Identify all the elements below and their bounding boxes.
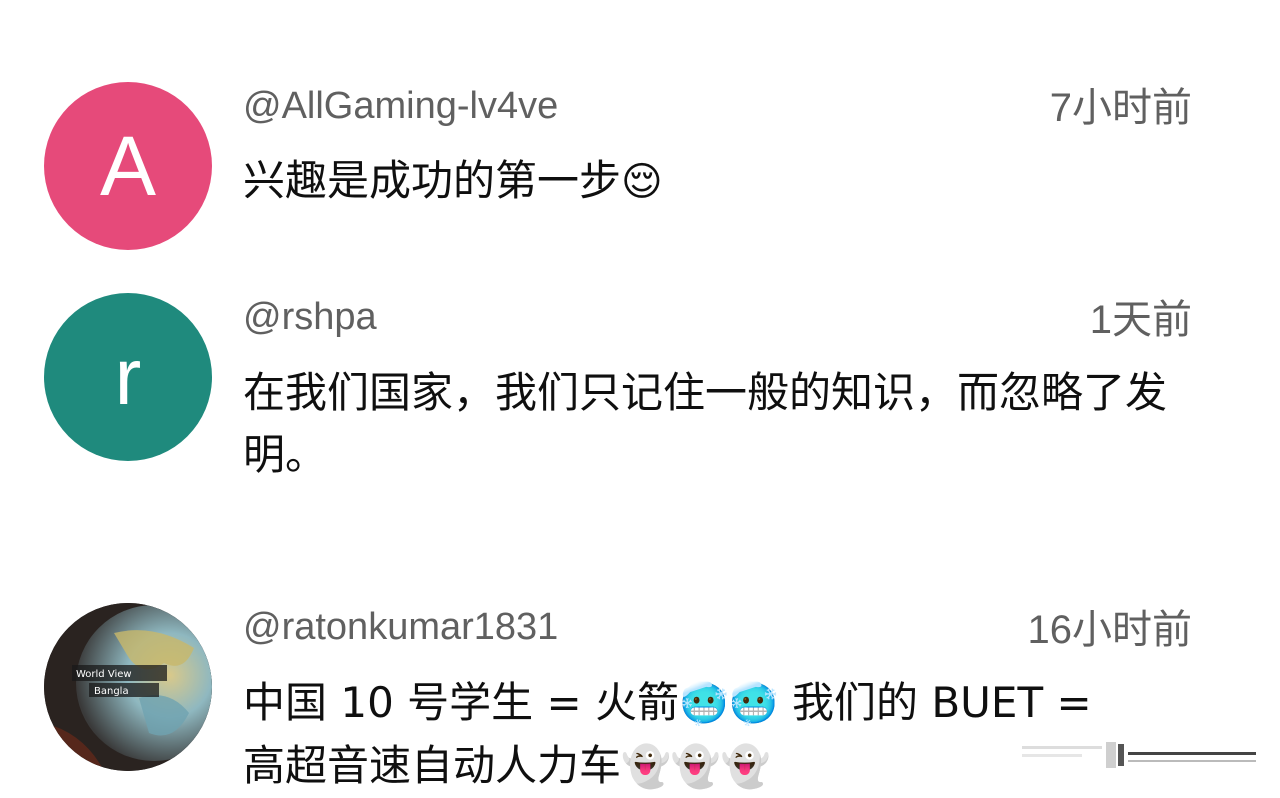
comment-text-body: 兴趣是成功的第一步 xyxy=(243,156,622,205)
comment-timestamp: 7小时前 xyxy=(1049,86,1192,130)
avatar[interactable]: A xyxy=(44,82,212,250)
comment-author[interactable]: @AllGaming-lv4ve xyxy=(243,82,558,130)
comment-text: 兴趣是成功的第一步😌 xyxy=(243,150,1203,213)
relieved-face-emoji-icon: 😌 xyxy=(621,159,663,205)
comment-author[interactable]: @ratonkumar1831 xyxy=(243,603,558,651)
avatar[interactable]: r xyxy=(44,293,212,461)
comment-author[interactable]: @rshpa xyxy=(243,293,377,341)
comment-timestamp: 16小时前 xyxy=(1027,608,1193,652)
watermark-icon xyxy=(1022,742,1256,768)
ghost-emoji-icon: 👻👻👻 xyxy=(621,744,771,790)
cold-face-emoji-icon: 🥶🥶 xyxy=(679,681,779,727)
comment-text-line: 中国 10 号学生 = 火箭🥶🥶 我们的 BUET = xyxy=(243,678,1092,727)
avatar-label-line2: Bangla xyxy=(94,686,129,697)
comment-text: 中国 10 号学生 = 火箭🥶🥶 我们的 BUET = 高超音速自动人力车👻👻👻 xyxy=(243,672,1203,798)
avatar[interactable]: World View Bangla xyxy=(44,603,212,771)
comment-timestamp: 1天前 xyxy=(1089,298,1192,342)
avatar-letter: A xyxy=(99,119,157,213)
avatar-letter: r xyxy=(114,332,142,421)
globe-avatar-icon: World View Bangla xyxy=(44,603,212,771)
avatar-label-line1: World View xyxy=(76,669,132,680)
comment-text: 在我们国家，我们只记住一般的知识，而忽略了发明。 xyxy=(243,368,1168,479)
